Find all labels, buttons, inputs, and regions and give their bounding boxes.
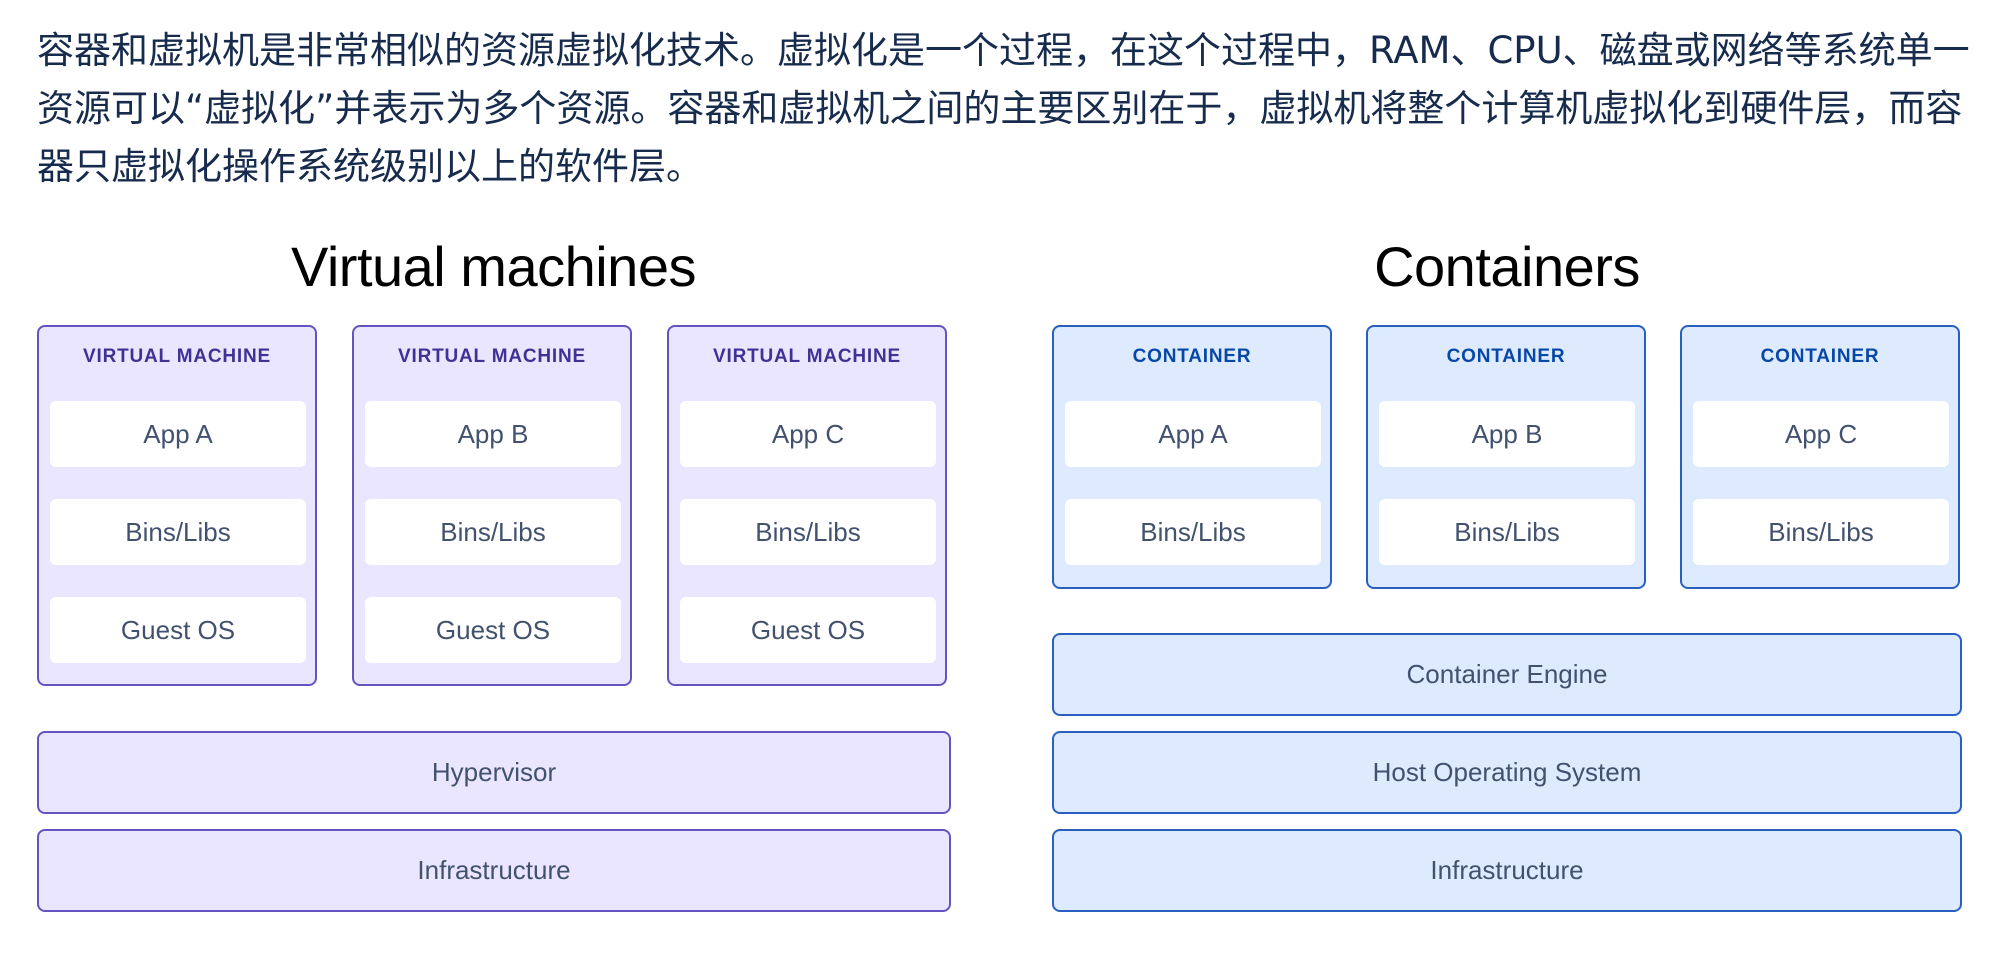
container-engine-layer: Container Engine [1052,633,1962,716]
container-label: CONTAINER [1446,346,1566,367]
container-column: CONTAINER App C Bins/Libs [1680,325,1960,589]
container-label: CONTAINER [1760,346,1880,367]
bins-libs-box: Bins/Libs [50,499,306,565]
virtual-machine-column: VIRTUAL MACHINE App A Bins/Libs Guest OS [37,325,317,686]
virtual-machine-column: VIRTUAL MACHINE App B Bins/Libs Guest OS [352,325,632,686]
container-column: CONTAINER App B Bins/Libs [1366,325,1646,589]
vm-infrastructure-layer: Infrastructure [37,829,951,912]
app-box: App A [1065,401,1321,467]
guest-os-box: Guest OS [50,597,306,663]
virtual-machine-label: VIRTUAL MACHINE [83,346,271,367]
containers-section-title: Containers [1374,235,1640,298]
app-box: App C [680,401,936,467]
bins-libs-box: Bins/Libs [680,499,936,565]
hypervisor-layer: Hypervisor [37,731,951,814]
container-infrastructure-layer: Infrastructure [1052,829,1962,912]
bins-libs-box: Bins/Libs [1693,499,1949,565]
bins-libs-box: Bins/Libs [1065,499,1321,565]
container-label: CONTAINER [1132,346,1252,367]
bins-libs-box: Bins/Libs [1379,499,1635,565]
app-box: App A [50,401,306,467]
host-os-layer: Host Operating System [1052,731,1962,814]
app-box: App B [1379,401,1635,467]
bins-libs-box: Bins/Libs [365,499,621,565]
container-column: CONTAINER App A Bins/Libs [1052,325,1332,589]
intro-paragraph: 容器和虚拟机是非常相似的资源虚拟化技术。虚拟化是一个过程，在这个过程中，RAM、… [37,29,1970,188]
app-box: App C [1693,401,1949,467]
virtual-machine-label: VIRTUAL MACHINE [713,346,901,367]
app-box: App B [365,401,621,467]
guest-os-box: Guest OS [680,597,936,663]
virtual-machine-label: VIRTUAL MACHINE [398,346,586,367]
vm-section-title: Virtual machines [291,235,696,298]
virtual-machine-column: VIRTUAL MACHINE App C Bins/Libs Guest OS [667,325,947,686]
guest-os-box: Guest OS [365,597,621,663]
